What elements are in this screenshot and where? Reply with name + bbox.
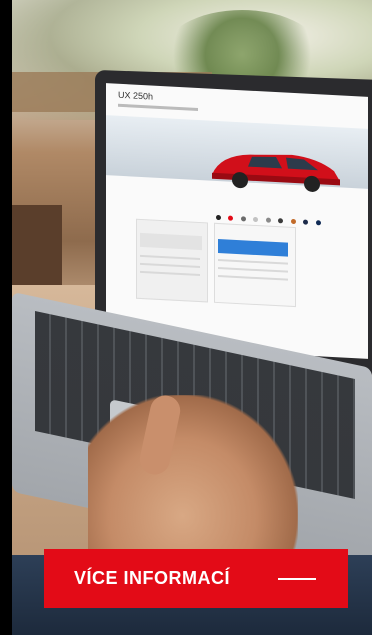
more-info-label: VÍCE INFORMACÍ	[74, 568, 231, 588]
color-swatch[interactable]	[278, 218, 284, 224]
ad-banner: UX 250h VÍCE INFORMACÍ	[0, 0, 372, 635]
color-swatch[interactable]	[290, 218, 296, 225]
color-swatch[interactable]	[315, 220, 321, 226]
color-swatch[interactable]	[253, 216, 259, 223]
more-info-button[interactable]: VÍCE INFORMACÍ	[44, 549, 348, 608]
option-panel-left	[136, 218, 208, 303]
color-swatch[interactable]	[228, 215, 234, 221]
screen-title: UX 250h	[118, 89, 154, 102]
screen-subtitle-line	[118, 103, 198, 111]
option-panel-right	[214, 222, 296, 308]
color-swatch[interactable]	[216, 214, 221, 221]
dash-line-icon	[278, 577, 316, 580]
color-swatch[interactable]	[240, 216, 246, 222]
laptop-screen: UX 250h	[106, 83, 368, 359]
car-image	[212, 154, 340, 192]
color-swatch[interactable]	[265, 217, 271, 223]
color-swatch[interactable]	[303, 219, 309, 225]
